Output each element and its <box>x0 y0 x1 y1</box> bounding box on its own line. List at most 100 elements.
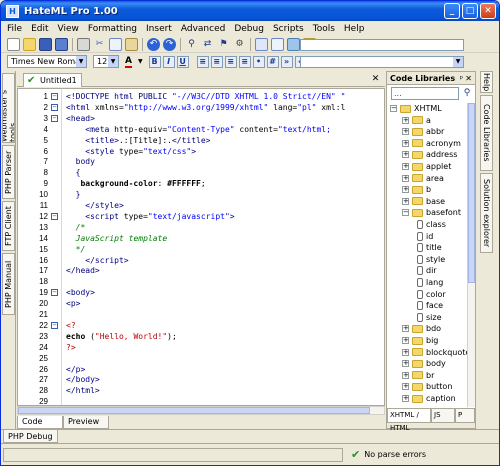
fold-toggle-icon[interactable]: − <box>51 212 58 220</box>
menu-file[interactable]: File <box>7 24 22 34</box>
tab-xhtml-html[interactable]: XHTML / HTML <box>387 409 431 432</box>
menu-edit[interactable]: Edit <box>31 24 48 34</box>
tab-help[interactable]: Help <box>480 71 493 93</box>
tree-item[interactable]: + bdo <box>402 323 441 334</box>
tree-item[interactable]: title <box>414 242 442 253</box>
expand-icon[interactable]: + <box>402 325 409 333</box>
tree-item[interactable]: + acronym <box>402 138 461 149</box>
menu-scripts[interactable]: Scripts <box>273 24 304 34</box>
toolbar-input[interactable] <box>300 39 464 51</box>
tree-item[interactable]: color <box>414 289 446 300</box>
chart-icon[interactable] <box>255 37 268 51</box>
minimize-button[interactable]: _ <box>444 3 460 19</box>
menu-formatting[interactable]: Formatting <box>88 24 137 34</box>
tree-item[interactable]: − basefont <box>402 207 461 218</box>
tab-php-parser[interactable]: PHP Parser <box>2 145 15 199</box>
expand-icon[interactable]: + <box>402 197 409 205</box>
library-search-input[interactable]: ... <box>391 87 459 100</box>
vertical-scrollbar[interactable] <box>467 103 475 407</box>
expand-icon[interactable]: + <box>402 186 409 194</box>
tab-webmasters-tools[interactable]: Webmaster's tools <box>2 73 15 143</box>
menu-tools[interactable]: Tools <box>313 24 335 34</box>
expand-icon[interactable]: + <box>402 337 409 344</box>
tree-item[interactable]: − XHTML <box>390 103 442 114</box>
tree-item[interactable]: style <box>414 254 445 265</box>
code-line[interactable]: 18 <box>18 276 384 287</box>
tree-item[interactable]: dir <box>414 265 437 276</box>
expand-icon[interactable]: + <box>402 116 409 124</box>
tree-item[interactable]: face <box>414 300 443 311</box>
fold-toggle-icon[interactable]: − <box>51 103 58 111</box>
code-line[interactable]: 4 <meta http-equiv="Content-Type" conten… <box>18 124 384 135</box>
code-line[interactable]: 29 <box>18 396 384 405</box>
table-icon[interactable] <box>271 37 284 51</box>
title-bar[interactable]: H HateML Pro 1.00 _ □ ✕ <box>1 1 499 21</box>
code-line[interactable]: 23 echo ("Hello, World!"); <box>18 331 384 342</box>
expand-icon[interactable]: + <box>402 163 409 170</box>
code-line[interactable]: 27 </body> <box>18 374 384 385</box>
tree-item[interactable]: + caption <box>402 393 456 404</box>
menu-advanced[interactable]: Advanced <box>181 24 225 34</box>
font-family-select[interactable]: Times New Roman ▼ <box>7 55 87 68</box>
code-line[interactable]: 28 </html> <box>18 385 384 396</box>
tree-item[interactable]: + a <box>402 115 431 126</box>
indent-icon[interactable]: » <box>280 55 293 68</box>
code-line[interactable]: 13 /* <box>18 222 384 233</box>
code-line[interactable]: 9 background-color: #FFFFFF; <box>18 178 384 189</box>
horizontal-scrollbar[interactable] <box>17 406 385 415</box>
fold-toggle-icon[interactable]: − <box>51 321 58 329</box>
tree-item[interactable]: + area <box>402 173 444 184</box>
align-justify-icon[interactable]: ≡ <box>238 55 251 68</box>
tab-code-libraries[interactable]: Code Libraries <box>480 95 493 171</box>
expand-icon[interactable]: + <box>402 151 409 159</box>
code-line[interactable]: 11 </style> <box>18 200 384 211</box>
code-line[interactable]: 8 { <box>18 167 384 178</box>
code-line[interactable]: 25 <box>18 353 384 364</box>
expand-icon[interactable]: + <box>402 395 409 402</box>
menu-help[interactable]: Help <box>344 24 365 34</box>
tools-icon[interactable]: ⚙ <box>233 38 246 51</box>
code-line[interactable]: 16 </script> <box>18 255 384 266</box>
menu-view[interactable]: View <box>58 24 79 34</box>
expand-icon[interactable]: + <box>402 360 409 368</box>
tree-item[interactable]: + abbr <box>402 126 444 137</box>
code-line[interactable]: 17 </head> <box>18 265 384 276</box>
code-line[interactable]: 2− <html xmlns="http://www.w3.org/1999/xh… <box>18 102 384 113</box>
tab-php-manual[interactable]: PHP Manual <box>2 253 15 315</box>
scrollbar-thumb[interactable] <box>18 407 370 414</box>
text-color-button[interactable]: A <box>125 56 132 68</box>
tree-item[interactable]: + address <box>402 149 457 160</box>
close-document-icon[interactable]: ✕ <box>370 74 381 84</box>
tree-item[interactable]: + applet <box>402 161 451 172</box>
font-size-select[interactable]: 12 ▼ <box>93 55 119 68</box>
code-line[interactable]: 5 <title>.:[Title]:.</title> <box>18 135 384 146</box>
code-line[interactable]: 12− <script type="text/javascript"> <box>18 211 384 222</box>
close-panel-icon[interactable]: ✕ <box>465 72 472 85</box>
tree-item[interactable]: + base <box>402 196 445 207</box>
search-icon[interactable]: ⚲ <box>461 87 473 100</box>
code-line[interactable]: 20 <p> <box>18 298 384 309</box>
align-right-icon[interactable]: ≡ <box>224 55 237 68</box>
collapse-icon[interactable]: − <box>402 209 409 217</box>
cut-icon[interactable]: ✂ <box>93 38 106 51</box>
tab-solution-explorer[interactable]: Solution explorer <box>480 173 493 253</box>
code-line[interactable]: 24 ?> <box>18 342 384 353</box>
code-line[interactable]: 15 */ <box>18 244 384 255</box>
tab-js[interactable]: JS <box>431 409 455 423</box>
tree-item[interactable]: size <box>414 312 442 323</box>
print-icon[interactable] <box>77 37 90 51</box>
tree-item[interactable]: id <box>414 231 433 242</box>
expand-icon[interactable]: + <box>402 139 409 147</box>
fold-toggle-icon[interactable]: − <box>51 93 58 100</box>
bookmark-icon[interactable]: ⚑ <box>217 38 230 51</box>
fold-toggle-icon[interactable]: − <box>51 289 58 297</box>
code-line[interactable]: 1− <!DOCTYPE html PUBLIC "-//W3C//DTD XHT… <box>18 91 384 102</box>
tree-item[interactable]: lang <box>414 277 443 288</box>
search-icon[interactable]: ⚲ <box>185 38 198 51</box>
chevron-down-icon[interactable]: ▼ <box>138 58 143 65</box>
tab-p[interactable]: P <box>455 409 475 423</box>
code-line[interactable]: 26 </p> <box>18 364 384 375</box>
tree-item[interactable]: + body <box>402 358 446 369</box>
tab-preview[interactable]: Preview <box>63 416 109 429</box>
align-center-icon[interactable]: ≡ <box>210 55 223 68</box>
